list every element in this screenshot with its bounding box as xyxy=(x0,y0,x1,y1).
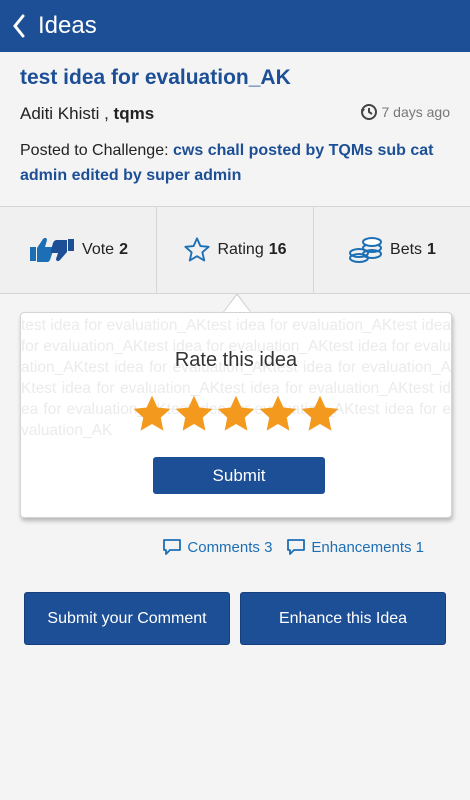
author-group: tqms xyxy=(113,104,155,123)
timestamp: 7 days ago xyxy=(360,103,451,121)
back-chevron-icon[interactable] xyxy=(4,0,34,52)
star-icon-1[interactable] xyxy=(131,393,173,435)
star-icon-5[interactable] xyxy=(299,393,341,435)
idea-stats-bar: Vote 2 Rating 16 Bets 1 xyxy=(0,206,470,294)
bets-count: 1 xyxy=(427,241,436,258)
bets-stat[interactable]: Bets 1 xyxy=(313,207,470,293)
star-rating-input[interactable] xyxy=(131,393,341,435)
comments-count: Comments 3 xyxy=(187,538,273,556)
rate-idea-popup: test idea for evaluation_AKtest idea for… xyxy=(20,312,452,518)
idea-meta-links: Comments 3 Enhancements 1 xyxy=(148,538,424,556)
star-icon-4[interactable] xyxy=(257,393,299,435)
rating-count: 16 xyxy=(268,241,287,258)
time-ago: 7 days ago xyxy=(381,104,451,120)
rate-popup-title: Rate this idea xyxy=(174,349,298,371)
enhancements-count: Enhancements 1 xyxy=(311,538,424,556)
enhance-idea-button[interactable]: Enhance this Idea xyxy=(240,592,446,645)
rating-stat[interactable]: Rating 16 xyxy=(156,207,313,293)
comments-link[interactable]: Comments 3 xyxy=(162,538,272,556)
vote-stat[interactable]: Vote 2 xyxy=(0,207,156,293)
posted-label: Posted to Challenge: xyxy=(20,142,169,159)
bets-label: Bets xyxy=(390,241,423,258)
vote-count: 2 xyxy=(119,241,128,258)
rating-label: Rating xyxy=(217,241,264,258)
coins-stack-icon xyxy=(348,234,384,266)
star-icon-3[interactable] xyxy=(215,393,257,435)
star-icon-2[interactable] xyxy=(173,393,215,435)
author-name[interactable]: Aditi Khisti , xyxy=(20,104,109,123)
clock-history-icon xyxy=(360,104,377,120)
enhancements-link[interactable]: Enhancements 1 xyxy=(286,538,424,556)
app-bar: Ideas xyxy=(0,0,470,52)
rating-submit-button[interactable]: Submit xyxy=(153,457,325,494)
comment-bubble-icon xyxy=(163,539,182,555)
comment-bubble-icon xyxy=(287,539,306,555)
app-bar-title: Ideas xyxy=(38,12,97,39)
star-outline-icon xyxy=(183,236,211,264)
submit-comment-button[interactable]: Submit your Comment xyxy=(24,592,230,645)
vote-label: Vote xyxy=(82,241,115,258)
posted-to-challenge: Posted to Challenge: cws chall posted by… xyxy=(20,138,452,188)
thumbs-up-down-icon xyxy=(28,235,76,265)
idea-title: test idea for evaluation_AK xyxy=(20,66,291,89)
popup-pointer xyxy=(224,295,250,312)
author-line: Aditi Khisti , tqms xyxy=(20,104,154,124)
